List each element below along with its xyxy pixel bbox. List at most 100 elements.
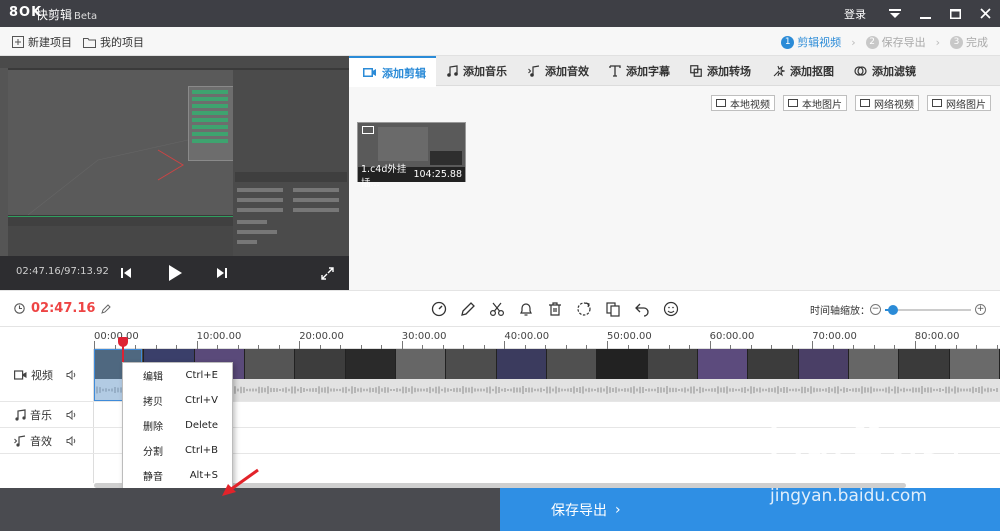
save-export-label: 保存导出	[551, 502, 607, 519]
close-icon[interactable]	[970, 0, 1000, 27]
my-projects-label: 我的项目	[100, 36, 144, 49]
video-file-icon	[716, 99, 726, 107]
time-ruler[interactable]: 00:00.00 10:00.00 20:00.00 30:00.00 40:00.00…	[94, 327, 1000, 349]
context-menu-item[interactable]: 拷贝 Ctrl+V	[123, 388, 232, 413]
preview-frame	[0, 56, 349, 256]
tab-add-transition[interactable]: 添加转场	[690, 56, 751, 86]
ruler-tick-label: 20:00.00	[299, 331, 344, 342]
context-menu-item-shortcut: Ctrl+B	[184, 445, 218, 456]
tab-add-filter[interactable]: 添加滤镜	[854, 56, 916, 86]
main-toolbar: 新建项目 我的项目 1 剪辑视频 › 2 保存导出 › 3 完成	[0, 27, 1000, 56]
tab-add-cutout[interactable]: 添加抠图	[772, 56, 834, 86]
music-volume-icon[interactable]	[66, 409, 77, 420]
context-menu-item[interactable]: 删除 Delete	[123, 413, 232, 438]
edit-time-icon[interactable]	[101, 303, 112, 314]
context-menu-item-label: 静音	[143, 472, 163, 483]
app-edition: Beta	[74, 11, 98, 22]
ruler-tick-label: 10:00.00	[196, 331, 242, 342]
ruler-tick-label: 00:00.00	[94, 331, 139, 342]
effect-track-icon	[14, 434, 26, 447]
video-frame-thumbnail	[546, 349, 598, 379]
ruler-tick-label: 30:00.00	[401, 331, 447, 342]
step-3: 3 完成	[950, 34, 988, 50]
ruler-tick-label: 80:00.00	[914, 331, 960, 342]
app-title: 快剪辑 Beta	[36, 6, 97, 23]
current-time-value: 02:47.16	[31, 301, 96, 316]
zoom-label: 时间轴缩放：	[810, 306, 870, 317]
music-track-label: 音乐	[30, 408, 52, 422]
local-image-button[interactable]: 本地图片	[783, 95, 847, 111]
maximize-icon[interactable]	[940, 0, 970, 27]
video-frame-thumbnail	[697, 349, 749, 379]
bell-icon[interactable]	[511, 299, 540, 319]
new-project-button[interactable]: 新建项目	[12, 34, 72, 50]
online-image-icon	[932, 99, 942, 107]
preview-time: 02:47.16/97:13.92	[16, 266, 109, 277]
title-bar: 8OK 快剪辑 Beta 登录	[0, 0, 1000, 27]
context-menu-item[interactable]: 静音 Alt+S	[123, 463, 232, 488]
media-tabs: 添加剪辑 添加音乐 添加音效 添加字幕 添加转场 添加抠图 添加滤镜	[349, 56, 1000, 87]
crop-rotate-icon[interactable]	[569, 299, 598, 319]
empty-track-header	[0, 454, 94, 483]
chevron-right-icon: ›	[851, 35, 856, 49]
app-window: 8OK 快剪辑 Beta 登录 新建项目 我的项目 1 剪辑视频 › 2 保存导…	[0, 0, 1000, 531]
video-frame-thumbnail	[244, 349, 296, 379]
folder-icon	[83, 37, 96, 48]
online-video-button[interactable]: 网络视频	[855, 95, 919, 111]
new-project-label: 新建项目	[28, 36, 72, 49]
clip-name: 1.c4d外挂插...	[361, 163, 407, 189]
zoom-out-icon[interactable]: −	[870, 304, 881, 315]
media-panel: 添加剪辑 添加音乐 添加音效 添加字幕 添加转场 添加抠图 添加滤镜 本地视频 …	[349, 56, 1000, 290]
sticker-icon[interactable]	[656, 299, 685, 319]
local-video-button[interactable]: 本地视频	[711, 95, 775, 111]
tab-add-music[interactable]: 添加音乐	[446, 56, 507, 86]
context-menu-item-label: 删除	[143, 422, 163, 433]
tab-add-clip[interactable]: 添加剪辑	[349, 56, 436, 87]
sound-effect-icon	[528, 65, 540, 77]
pen-icon[interactable]	[453, 299, 482, 319]
cutout-icon	[773, 65, 785, 77]
media-clip[interactable]: 1.c4d外挂插... 104:25.88	[357, 122, 466, 189]
tab-add-subtitle[interactable]: 添加字幕	[609, 56, 670, 86]
music-track-icon	[15, 408, 26, 421]
camera-icon	[363, 68, 376, 77]
chevron-right-icon: ›	[935, 35, 940, 49]
transition-icon	[690, 65, 702, 77]
context-menu-item-label: 分割	[143, 447, 163, 458]
previous-frame-icon[interactable]	[115, 262, 137, 284]
zoom-slider[interactable]	[885, 304, 971, 315]
video-frame-thumbnail	[597, 349, 648, 379]
scissors-icon[interactable]	[482, 299, 511, 319]
zoom-in-icon[interactable]: +	[975, 304, 986, 315]
clock-icon	[14, 303, 25, 314]
online-image-button[interactable]: 网络图片	[927, 95, 991, 111]
next-frame-icon[interactable]	[211, 262, 233, 284]
fullscreen-icon[interactable]	[316, 262, 338, 284]
edit-toolbar: 02:47.16 时间轴缩放： − +	[0, 290, 1000, 326]
my-projects-button[interactable]: 我的项目	[83, 34, 144, 50]
speed-icon[interactable]	[424, 299, 453, 319]
copy-icon[interactable]	[598, 299, 627, 319]
video-preview: 02:47.16/97:13.92	[0, 56, 349, 290]
trash-icon[interactable]	[540, 299, 569, 319]
new-project-icon	[12, 36, 24, 48]
menu-dropdown-icon[interactable]	[880, 0, 910, 27]
step-2: 2 保存导出	[865, 34, 926, 50]
tab-add-sound-effect[interactable]: 添加音效	[528, 56, 589, 86]
video-frame-thumbnail	[848, 349, 900, 379]
zoom-slider-handle[interactable]	[888, 304, 899, 315]
ruler-tick-label: 40:00.00	[504, 331, 550, 342]
play-icon[interactable]	[164, 262, 186, 284]
step-1: 1 剪辑视频	[781, 34, 841, 50]
text-icon	[609, 65, 621, 77]
video-frame-thumbnail	[647, 349, 698, 379]
step-progress: 1 剪辑视频 › 2 保存导出 › 3 完成	[781, 34, 988, 50]
filter-icon	[854, 66, 867, 76]
context-menu-item[interactable]: 分割 Ctrl+B	[123, 438, 232, 463]
video-volume-icon[interactable]	[66, 370, 77, 380]
context-menu-item[interactable]: 编辑 Ctrl+E	[123, 363, 232, 388]
login-button[interactable]: 登录	[844, 6, 866, 22]
undo-icon[interactable]	[627, 299, 656, 319]
minimize-icon[interactable]	[910, 0, 940, 27]
effect-volume-icon[interactable]	[66, 435, 77, 446]
